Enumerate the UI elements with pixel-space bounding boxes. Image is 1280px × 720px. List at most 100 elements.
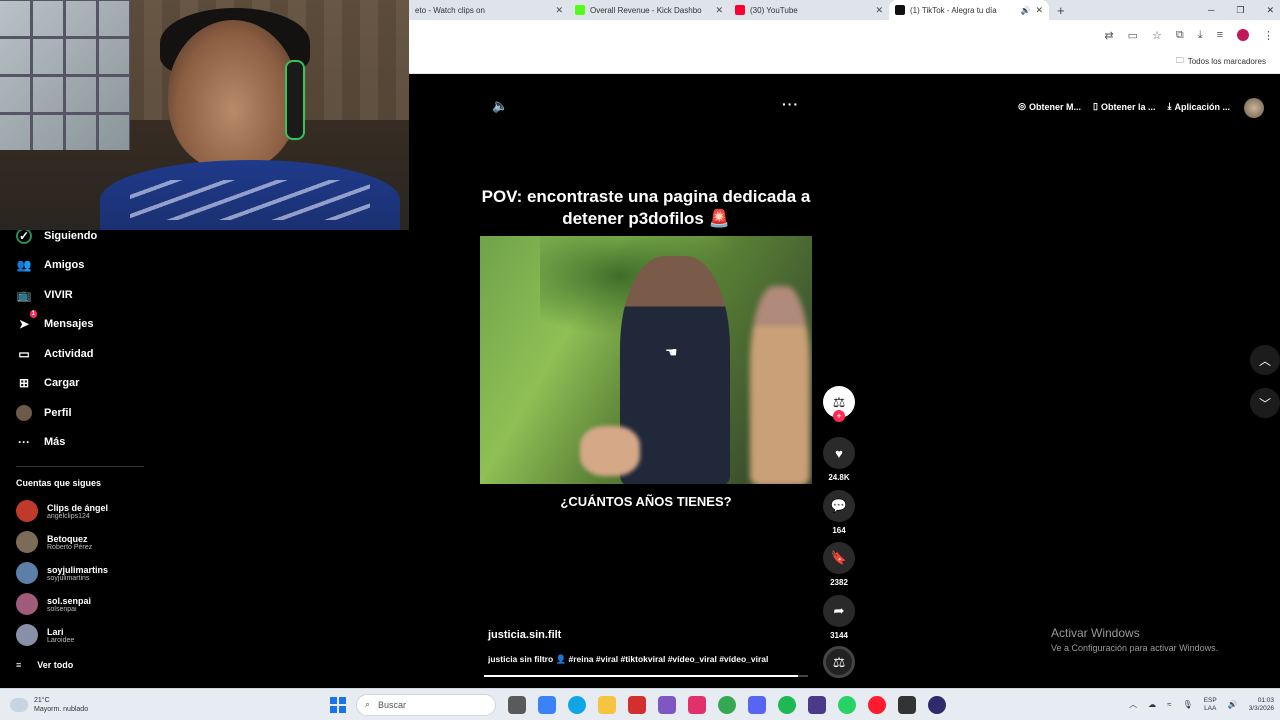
like-action[interactable]: ♥ 24.8K (822, 437, 856, 482)
sidebar-item-more[interactable]: ··· Más (16, 434, 65, 450)
discord-icon[interactable] (748, 695, 766, 714)
sidebar-item-activity[interactable]: ▭ Actividad (16, 346, 93, 362)
sound-disc-button[interactable]: ⚖ (822, 646, 856, 678)
whatsapp-icon[interactable] (838, 695, 856, 714)
tab-title: (30) YouTube (750, 5, 798, 15)
cloud-icon (10, 697, 28, 712)
tiktok-sidebar: ✓ Siguiendo 👥 Amigos 📺 VIVIR ➤ 1 Mensajes… (0, 220, 409, 688)
creator-avatar-button[interactable]: ⚖ + (822, 386, 856, 422)
sidebar-item-friends[interactable]: 👥 Amigos (16, 257, 85, 273)
mic-icon[interactable]: 🎙 (1183, 700, 1193, 709)
video-progress-bar[interactable] (484, 675, 808, 677)
avatar (16, 562, 38, 584)
followed-account[interactable]: soyjulimartins soyjulimartins (16, 562, 108, 584)
minimize-icon[interactable]: ─ (1208, 5, 1214, 16)
more-icon: ··· (18, 435, 30, 449)
volume-tray-icon[interactable]: 🔊 (1228, 700, 1238, 709)
translate-icon[interactable]: ⇄ (1104, 29, 1113, 42)
chrome-icon[interactable] (718, 695, 736, 714)
app-download-button[interactable]: ⤓ Aplicación ... (1168, 101, 1231, 112)
clock[interactable]: 01:03 3/3/2026 (1249, 697, 1274, 713)
list-icon: ≡ (16, 660, 22, 670)
chevron-down-icon: ﹀ (1258, 396, 1271, 411)
webcam-overlay (0, 0, 409, 230)
download-icon[interactable]: ⤓ (1198, 29, 1203, 42)
tiktok-icon (895, 5, 905, 15)
close-window-icon[interactable]: ✕ (1266, 5, 1274, 16)
onedrive-icon[interactable]: ☁ (1148, 700, 1156, 709)
tab-tiktok[interactable]: (1) TikTok - Alegra tu día 🔊 ✕ (889, 0, 1049, 20)
tab-title: eto - Watch clips on (415, 5, 485, 15)
following-icon: ✓ (16, 228, 32, 244)
video-author[interactable]: justicia.sin.filt (488, 629, 561, 641)
comment-icon[interactable]: 💬 (823, 490, 855, 522)
live-icon: 📺 (16, 288, 32, 302)
volume-icon[interactable]: 🔈 (492, 98, 508, 114)
all-bookmarks-link[interactable]: Todos los marcadores (1188, 57, 1266, 66)
sidebar-item-upload[interactable]: ⊞ Cargar (16, 375, 80, 391)
see-all-button[interactable]: ≡ Ver todo (16, 660, 73, 670)
extensions-icon[interactable]: ⧉ (1176, 29, 1184, 42)
sidebar-item-live[interactable]: 📺 VIVIR (16, 287, 73, 303)
video-frame-image[interactable]: ☚ (480, 236, 812, 484)
comment-action[interactable]: 💬 164 (822, 490, 856, 535)
close-tab-icon[interactable]: ✕ (1035, 5, 1043, 16)
task-view-icon[interactable] (508, 695, 526, 714)
close-tab-icon[interactable]: ✕ (875, 5, 883, 16)
get-coins-button[interactable]: ◎ Obtener M... (1018, 101, 1081, 112)
followed-account[interactable]: sol.senpai solsenpai (16, 593, 91, 615)
browser-profile-avatar[interactable] (1237, 29, 1249, 41)
bookmark-icon[interactable]: 🔖 (823, 542, 855, 574)
close-tab-icon[interactable]: ✕ (555, 5, 563, 16)
teams-icon[interactable] (658, 695, 676, 714)
app-icon[interactable] (808, 695, 826, 714)
instagram-icon[interactable] (688, 695, 706, 714)
follow-plus-icon[interactable]: + (833, 410, 845, 422)
followed-account[interactable]: Lari Laroidee (16, 624, 74, 646)
start-button[interactable] (330, 696, 346, 713)
heart-icon[interactable]: ♥ (823, 437, 855, 469)
share-count: 3144 (830, 631, 848, 640)
copilot-icon[interactable] (538, 695, 556, 714)
tab-kick-clips[interactable]: eto - Watch clips on ✕ (409, 0, 569, 20)
opera-icon[interactable] (868, 695, 886, 714)
tab-youtube[interactable]: (30) YouTube ✕ (729, 0, 889, 20)
language-indicator[interactable]: ESP LAA (1204, 697, 1217, 713)
browser-toolbar: ⇄ ▭ ☆ ⧉ ⤓ ≡ ⋮ (409, 20, 1280, 50)
user-avatar[interactable] (1244, 98, 1264, 118)
weather-widget[interactable]: 21°C Mayorm. nublado (0, 696, 330, 714)
chevron-up-tray-icon[interactable]: ︿ (1129, 699, 1137, 710)
new-tab-button[interactable]: + (1049, 3, 1073, 18)
maximize-icon[interactable]: ❐ (1236, 5, 1244, 16)
upload-icon: ⊞ (18, 376, 30, 390)
previous-video-button[interactable]: ︿ (1250, 345, 1280, 375)
followed-account[interactable]: Betoquez Roberto Pérez (16, 531, 92, 553)
file-explorer-icon[interactable] (598, 695, 616, 714)
tab-kick-dashboard[interactable]: Overall Revenue - Kick Dashbo ✕ (569, 0, 729, 20)
game-app-icon[interactable] (628, 695, 646, 714)
sidebar-item-following[interactable]: ✓ Siguiendo (16, 228, 97, 244)
reading-list-icon[interactable]: ≡ (1217, 29, 1223, 41)
browser-menu-icon[interactable]: ⋮ (1263, 29, 1274, 42)
edge-icon[interactable] (568, 695, 586, 714)
wifi-icon[interactable]: ≈ (1167, 700, 1171, 709)
cast-icon[interactable]: ▭ (1128, 29, 1138, 42)
share-action[interactable]: ➦ 3144 (822, 595, 856, 640)
save-action[interactable]: 🔖 2382 (822, 542, 856, 587)
speaker-icon[interactable]: 🔊 (1020, 6, 1030, 15)
steam-icon[interactable] (898, 695, 916, 714)
taskbar-search[interactable]: ⌕ Buscar (356, 693, 496, 716)
spotify-icon[interactable] (778, 695, 796, 714)
bookmarks-bar: 🗀 Todos los marcadores (409, 50, 1280, 74)
sidebar-item-profile[interactable]: Perfil (16, 405, 72, 421)
sidebar-item-messages[interactable]: ➤ 1 Mensajes (16, 310, 94, 332)
coin-icon: ◎ (1018, 101, 1027, 111)
share-icon[interactable]: ➦ (823, 595, 855, 627)
next-video-button[interactable]: ﹀ (1250, 388, 1280, 418)
followed-account[interactable]: Clips de ángel angelclips124 (16, 500, 108, 522)
close-tab-icon[interactable]: ✕ (715, 5, 723, 16)
video-more-icon[interactable]: ··· (782, 96, 799, 112)
obs-icon[interactable] (928, 695, 946, 714)
get-app-button[interactable]: ▯ Obtener la ... (1093, 101, 1155, 112)
bookmark-star-icon[interactable]: ☆ (1152, 29, 1162, 42)
